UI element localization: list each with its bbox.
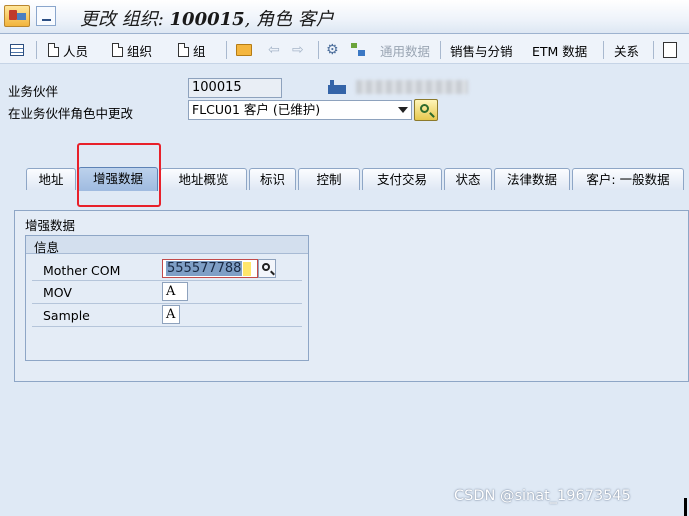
- business-partner-label: 业务伙伴: [8, 84, 59, 99]
- mother-com-search-button[interactable]: [258, 259, 276, 278]
- persons-button[interactable]: 人员: [48, 41, 88, 59]
- sample-input[interactable]: A: [162, 305, 180, 324]
- redacted-text: [356, 80, 468, 94]
- tab-strip: 地址 增强数据 地址概览 标识 控制 支付交易 状态 法律数据 客户: 一般数据: [14, 167, 689, 191]
- group-button[interactable]: 组: [178, 41, 206, 59]
- tab-status[interactable]: 状态: [444, 168, 492, 190]
- factory-icon: [328, 80, 346, 94]
- role-label: 在业务伙伴角色中更改: [8, 106, 134, 121]
- arrow-left-icon: ⇦: [268, 42, 280, 58]
- business-partner-field[interactable]: 100015: [188, 78, 282, 98]
- forward-button[interactable]: ⇨: [292, 41, 304, 59]
- title-bar: 更改 组织: 100015, 角色 客户: [0, 0, 689, 34]
- tools-icon: ⚙: [326, 42, 339, 58]
- more-button[interactable]: [663, 41, 677, 59]
- hierarchy-icon: [350, 43, 366, 57]
- tab-address[interactable]: 地址: [26, 168, 76, 190]
- tab-enhanced-data[interactable]: 增强数据: [78, 167, 158, 191]
- enhanced-data-group: 增强数据 信息 Mother COM 555577788 MOV A Sampl…: [14, 210, 689, 382]
- sample-label: Sample: [43, 308, 90, 323]
- mother-com-input[interactable]: 555577788: [162, 259, 258, 278]
- role-search-button[interactable]: [414, 99, 438, 121]
- document-icon: [112, 43, 123, 57]
- mov-input[interactable]: A: [162, 282, 188, 301]
- page-title: 更改 组织: 100015, 角色 客户: [80, 9, 334, 30]
- tab-address-overview[interactable]: 地址概览: [160, 168, 247, 190]
- search-icon: [262, 263, 270, 271]
- info-group-title: 信息: [34, 240, 60, 255]
- info-group: 信息 Mother COM 555577788 MOV A Sample A: [25, 235, 309, 361]
- organization-button[interactable]: 组织: [112, 41, 152, 59]
- sales-distribution-button[interactable]: 销售与分销: [450, 41, 513, 59]
- general-data-button: 通用数据: [380, 43, 431, 59]
- tab-legal-data[interactable]: 法律数据: [494, 168, 570, 190]
- folder-icon: [236, 44, 252, 56]
- tab-identification[interactable]: 标识: [249, 168, 296, 190]
- role-select[interactable]: FLCU01 客户 (已维护): [188, 100, 412, 120]
- app-menu-icon[interactable]: [4, 5, 30, 27]
- application-toolbar: 人员 组织 组 ⇦ ⇨ ⚙ 通用数据 销售与分销 ETM 数据 关系: [0, 34, 689, 64]
- tab-control[interactable]: 控制: [298, 168, 360, 190]
- group-title: 增强数据: [25, 218, 76, 233]
- document-icon: [48, 43, 59, 57]
- minimize-icon[interactable]: [36, 6, 56, 26]
- chevron-down-icon[interactable]: [398, 107, 408, 113]
- grid-icon: [10, 44, 24, 56]
- watermark: CSDN @sinat_19673545: [454, 488, 631, 504]
- settings-button[interactable]: ⚙: [326, 41, 339, 59]
- document-icon: [178, 43, 189, 57]
- mother-com-label: Mother COM: [43, 263, 121, 278]
- hierarchy-button[interactable]: [350, 41, 366, 59]
- mov-label: MOV: [43, 285, 72, 300]
- tab-customer-general-data[interactable]: 客户: 一般数据: [572, 168, 684, 190]
- open-folder-button[interactable]: [236, 41, 252, 59]
- document-list-icon: [663, 42, 677, 58]
- etm-data-button[interactable]: ETM 数据: [532, 41, 587, 59]
- search-icon: [420, 104, 429, 113]
- arrow-right-icon: ⇨: [292, 42, 304, 58]
- back-button[interactable]: ⇦: [268, 41, 280, 59]
- relations-button[interactable]: 关系: [614, 41, 639, 59]
- tab-payment-transactions[interactable]: 支付交易: [362, 168, 442, 190]
- grid-view-button[interactable]: [10, 41, 24, 59]
